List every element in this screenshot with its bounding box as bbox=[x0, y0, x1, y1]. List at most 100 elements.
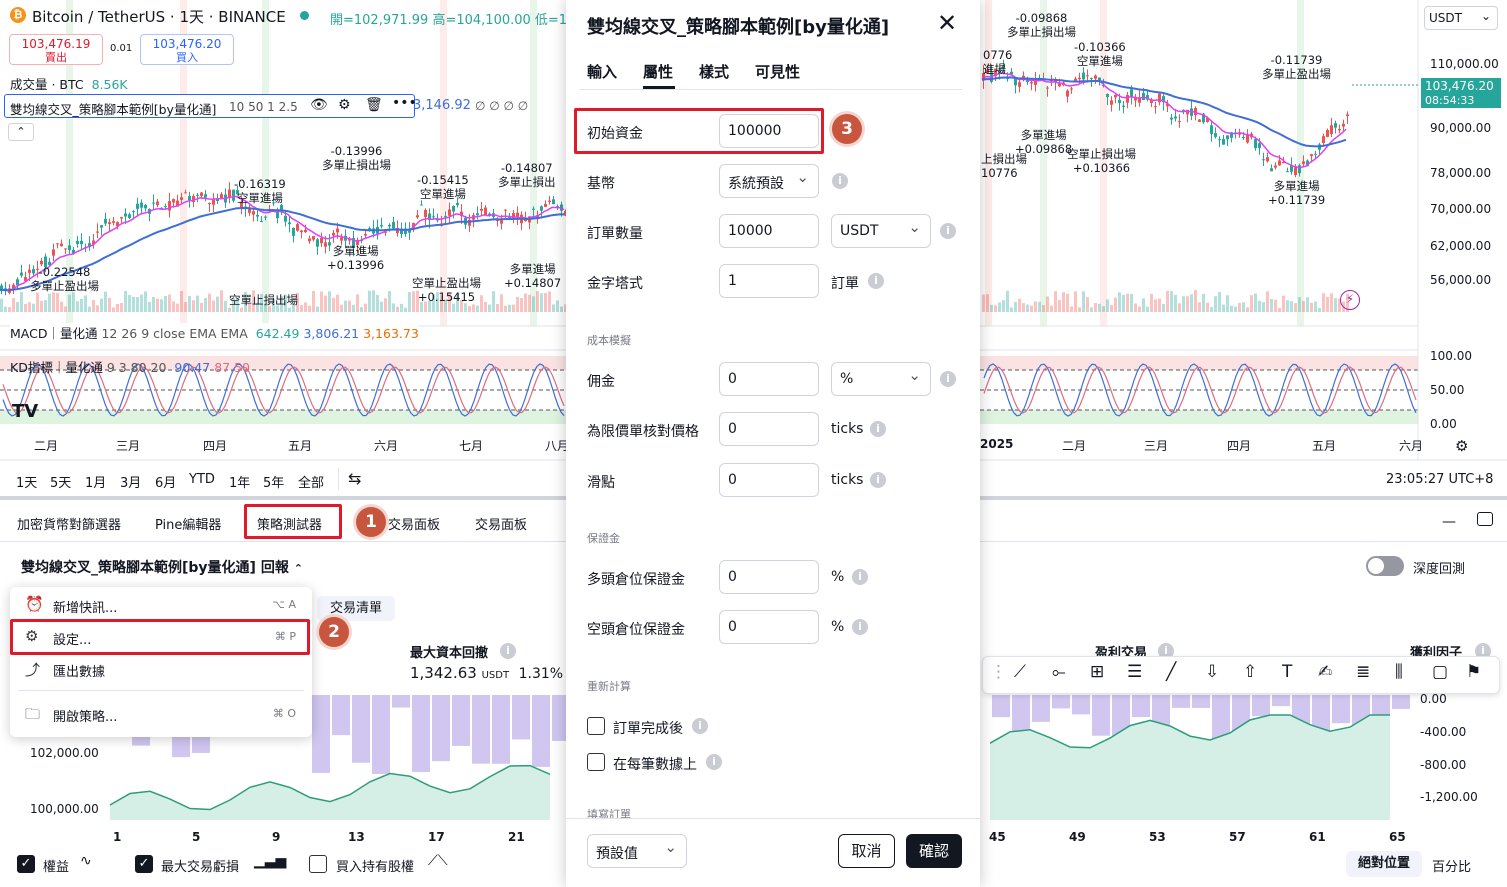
info-icon[interactable]: i bbox=[852, 619, 868, 635]
volume-bar bbox=[108, 297, 111, 312]
volume-bar bbox=[1262, 302, 1265, 312]
info-icon[interactable]: i bbox=[940, 371, 956, 387]
rectangle-icon[interactable]: ▢ bbox=[1432, 662, 1448, 682]
info-icon[interactable]: i bbox=[870, 472, 886, 488]
arrow-down-icon[interactable]: ⇩ bbox=[1205, 662, 1219, 682]
base-currency-select[interactable]: 系統預設 bbox=[719, 164, 819, 198]
range-5d[interactable]: 5天 bbox=[50, 472, 71, 491]
report-title[interactable]: 雙均線交叉_策略腳本範例[by量化通] 回報 ⌃ bbox=[21, 557, 303, 577]
horizontal-ray-icon[interactable]: ⟜ bbox=[1052, 662, 1066, 682]
candle-body bbox=[64, 248, 67, 250]
fib-icon[interactable]: ≣ bbox=[1356, 662, 1370, 682]
volume-bar bbox=[168, 294, 171, 312]
menu-open-strategy[interactable]: 🗀 開啟策略... ⌘ O bbox=[12, 699, 308, 729]
tab-trading-panel-2[interactable]: 交易面板 bbox=[475, 514, 527, 533]
info-icon[interactable]: i bbox=[852, 569, 868, 585]
short-margin-field[interactable]: 0 bbox=[719, 610, 819, 644]
range-6m[interactable]: 6月 bbox=[155, 472, 176, 491]
defaults-select[interactable]: 預設值 bbox=[587, 834, 687, 868]
tab-inputs[interactable]: 輸入 bbox=[587, 61, 617, 82]
tab-screener[interactable]: 加密貨幣對篩選器 bbox=[17, 514, 121, 533]
tab-visibility[interactable]: 可見性 bbox=[755, 61, 800, 82]
commission-field[interactable]: 0 bbox=[719, 362, 819, 396]
info-icon[interactable]: i bbox=[500, 643, 516, 659]
trash-icon[interactable]: 🗑 bbox=[365, 97, 383, 113]
info-icon[interactable]: i bbox=[870, 421, 886, 437]
range-all[interactable]: 全部 bbox=[298, 472, 324, 491]
ok-button[interactable]: 確認 bbox=[906, 834, 962, 868]
deep-backtest-toggle[interactable] bbox=[1366, 556, 1404, 576]
tab-properties[interactable]: 屬性 bbox=[643, 61, 673, 82]
brush-icon[interactable]: ✍ bbox=[1318, 662, 1332, 682]
limit-verify-field[interactable]: 0 bbox=[719, 412, 819, 446]
info-icon[interactable]: i bbox=[692, 718, 708, 734]
candle-body bbox=[172, 199, 175, 203]
tab-style[interactable]: 樣式 bbox=[699, 61, 729, 82]
volume-bar bbox=[1174, 294, 1177, 312]
tab-trading-panel[interactable]: 交易面板 bbox=[388, 514, 440, 533]
volume-bar bbox=[8, 307, 11, 312]
indicator-icon[interactable]: ⫼ bbox=[1395, 662, 1403, 682]
range-1d[interactable]: 1天 bbox=[16, 472, 37, 491]
candle-body bbox=[1074, 78, 1077, 81]
range-3m[interactable]: 3月 bbox=[120, 472, 141, 491]
slippage-field[interactable]: 0 bbox=[719, 463, 819, 497]
buy-hold-checkbox[interactable] bbox=[309, 855, 327, 873]
volume-bar bbox=[1298, 297, 1301, 312]
equity-checkbox[interactable]: ✓ bbox=[17, 855, 35, 873]
goto-date-icon[interactable]: ⇆ bbox=[348, 469, 361, 488]
lightning-icon[interactable]: ⚡ bbox=[1340, 290, 1360, 310]
buy-button[interactable]: 103,476.20 買入 bbox=[140, 34, 234, 65]
volume-bar bbox=[484, 301, 487, 312]
percent-toggle[interactable]: 百分比 bbox=[1432, 856, 1471, 875]
parallel-channel-icon[interactable]: ☰ bbox=[1127, 662, 1142, 682]
range-1y[interactable]: 1年 bbox=[229, 472, 250, 491]
range-ytd[interactable]: YTD bbox=[189, 472, 215, 487]
candle-body bbox=[1286, 171, 1289, 173]
clock[interactable]: 23:05:27 UTC+8 bbox=[1386, 472, 1493, 487]
sell-button[interactable]: 103,476.19 賣出 bbox=[9, 34, 103, 65]
info-icon[interactable]: i bbox=[868, 273, 884, 289]
settings-icon[interactable]: ⚙ bbox=[338, 97, 351, 113]
currency-selector[interactable]: USDT ⌄ bbox=[1424, 6, 1498, 30]
volume-bar bbox=[488, 304, 491, 312]
ray-icon[interactable]: ╱ bbox=[1166, 662, 1176, 682]
pyramiding-field[interactable]: 1 bbox=[719, 264, 819, 298]
max-loss-checkbox[interactable]: ✓ bbox=[135, 855, 153, 873]
menu-add-alert[interactable]: ⏰ 新增快訊... ⌥ A bbox=[12, 590, 308, 620]
symbol-title[interactable]: Bitcoin / TetherUS · 1天 · BINANCE bbox=[32, 6, 286, 27]
minimize-icon[interactable]: — bbox=[1442, 514, 1456, 530]
text-icon[interactable]: T bbox=[1282, 662, 1292, 682]
drag-handle-icon[interactable]: ⋮ bbox=[990, 662, 1007, 682]
strategy-legend[interactable]: 雙均線交叉_策略腳本範例[by量化通] 10 50 1 2.5 👁 ⚙ 🗑 ••… bbox=[4, 94, 417, 118]
menu-export[interactable]: ⤴ 匯出數據 bbox=[12, 654, 308, 684]
after-fill-checkbox[interactable] bbox=[587, 717, 605, 735]
arrow-up-icon[interactable]: ⇧ bbox=[1243, 662, 1257, 682]
info-icon[interactable]: i bbox=[940, 223, 956, 239]
volume-bar bbox=[1066, 293, 1069, 312]
equity-label: 權益 bbox=[43, 860, 70, 875]
eye-icon[interactable]: 👁 bbox=[310, 97, 328, 113]
volume-bar bbox=[68, 294, 71, 312]
crosshair-box-icon[interactable]: ⊞ bbox=[1090, 662, 1104, 682]
axis-settings-icon[interactable]: ⚙ bbox=[1455, 437, 1468, 455]
cancel-button[interactable]: 取消 bbox=[838, 834, 895, 868]
tab-pine-editor[interactable]: Pine編輯器 bbox=[155, 514, 221, 533]
time-tick: 五月 bbox=[288, 439, 313, 453]
trend-line-icon[interactable]: ⟋ bbox=[1014, 662, 1026, 682]
range-1m[interactable]: 1月 bbox=[85, 472, 106, 491]
range-5y[interactable]: 5年 bbox=[263, 472, 284, 491]
info-icon[interactable]: i bbox=[832, 173, 848, 189]
maximize-icon[interactable] bbox=[1477, 512, 1493, 526]
every-tick-checkbox[interactable] bbox=[587, 753, 605, 771]
order-size-field[interactable]: 10000 bbox=[719, 214, 819, 248]
close-icon[interactable]: ✕ bbox=[937, 9, 957, 37]
long-margin-field[interactable]: 0 bbox=[719, 560, 819, 594]
volume-bar bbox=[1102, 306, 1105, 312]
flag-icon[interactable]: ⚑ bbox=[1466, 662, 1481, 682]
order-size-unit-select[interactable]: USDT bbox=[831, 214, 931, 248]
info-icon[interactable]: i bbox=[706, 754, 722, 770]
collapse-legend-button[interactable]: ⌃ bbox=[8, 123, 34, 141]
commission-unit-select[interactable]: % bbox=[831, 362, 931, 396]
absolute-toggle[interactable]: 絕對位置 bbox=[1346, 851, 1422, 877]
